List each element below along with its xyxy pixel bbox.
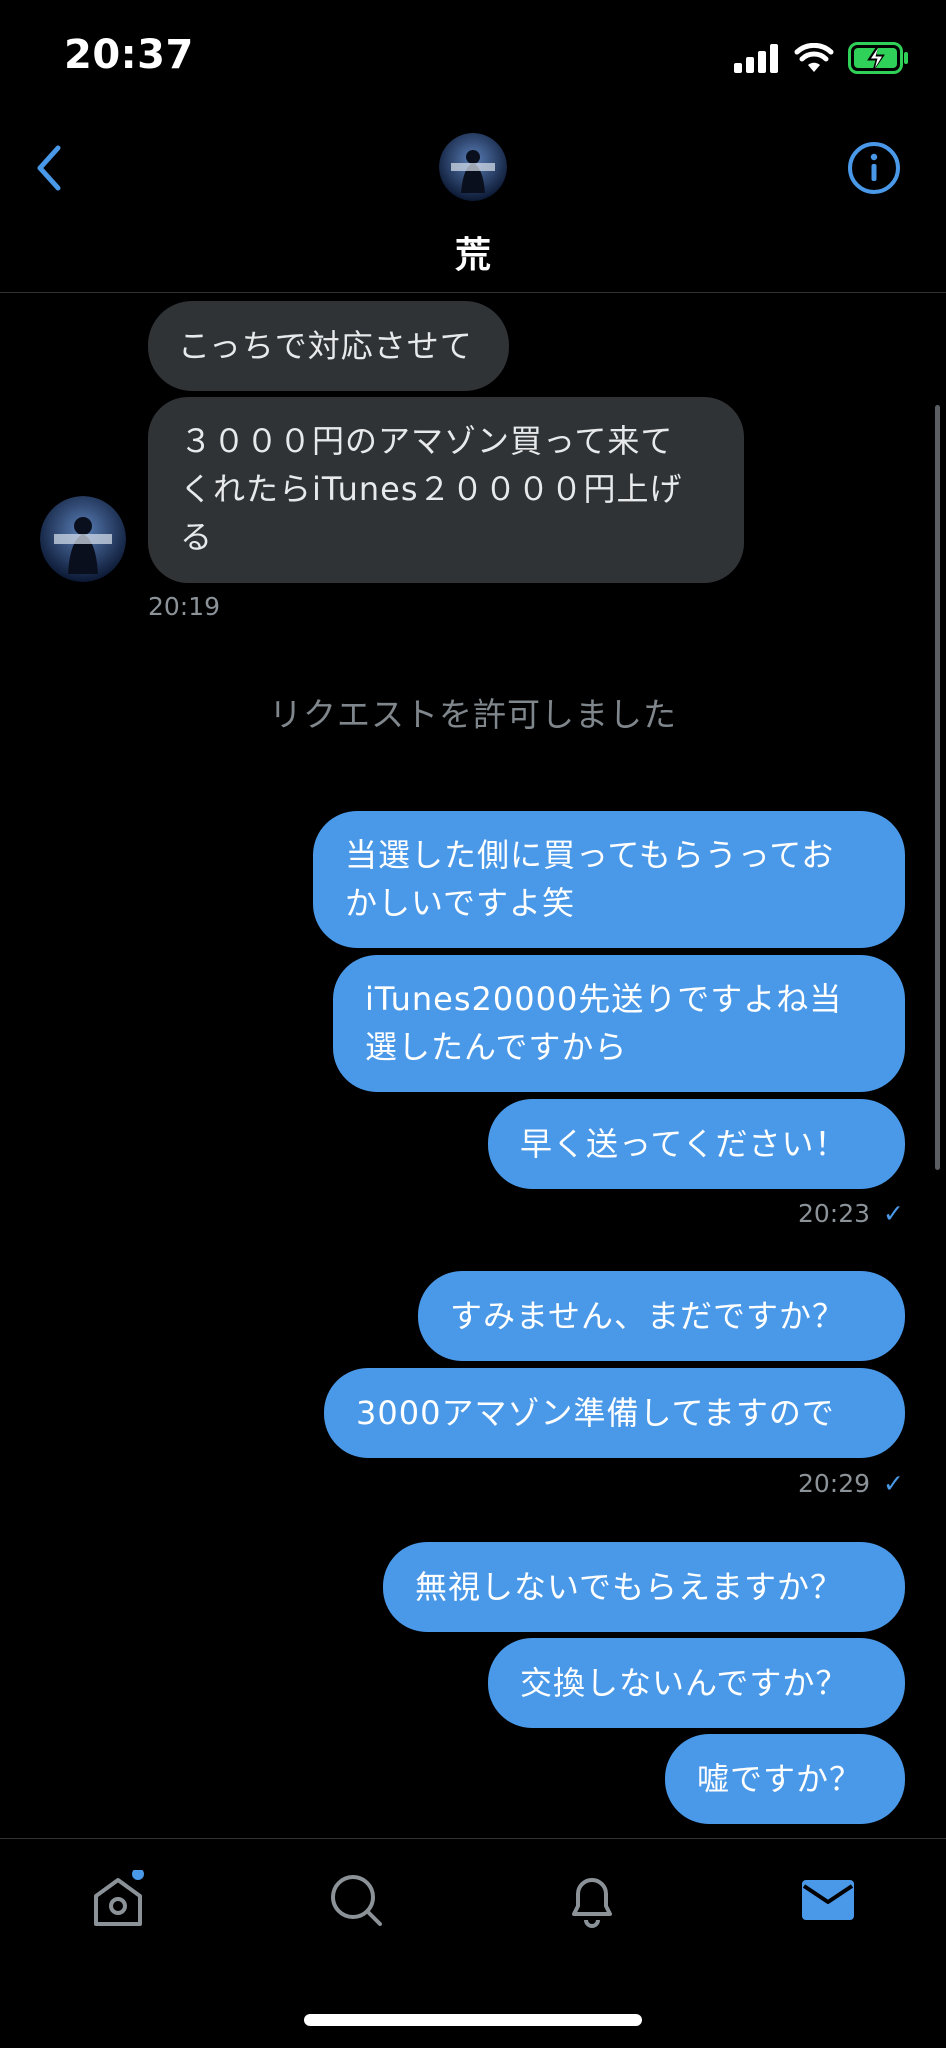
sent-message[interactable]: 3000アマゾン準備してますので: [324, 1368, 905, 1458]
tabbar-divider: [0, 1838, 946, 1839]
message-timestamp: 20:29: [797, 1469, 870, 1498]
back-chevron-icon[interactable]: [28, 138, 72, 198]
status-time: 20:37: [64, 32, 194, 78]
home-indicator: [304, 2014, 642, 2026]
sent-message[interactable]: 無視しないでもらえますか？: [383, 1542, 905, 1632]
read-check-icon: ✓: [883, 1469, 904, 1498]
read-check-icon: ✓: [883, 1199, 904, 1228]
status-icons: [734, 42, 910, 74]
wifi-icon: [794, 43, 834, 72]
system-message: リクエストを許可しました: [269, 695, 677, 734]
conversation-avatar[interactable]: [439, 133, 507, 201]
sent-message[interactable]: 嘘ですか？: [665, 1734, 905, 1824]
search-icon[interactable]: [326, 1870, 386, 1930]
sent-message[interactable]: 交換しないんですか？: [488, 1638, 905, 1728]
message-timestamp: 20:23: [797, 1199, 870, 1228]
info-icon[interactable]: [846, 140, 902, 196]
battery-charging-icon: [848, 42, 908, 74]
conversation-title[interactable]: 荒: [0, 226, 946, 278]
sender-avatar[interactable]: [40, 496, 126, 582]
sent-message[interactable]: 早く送ってください！: [488, 1099, 905, 1189]
message-timestamp: 20:19: [148, 592, 221, 621]
received-message[interactable]: ３０００円のアマゾン買って来て くれたらiTunes２００００円上げ る: [148, 397, 744, 583]
bell-icon[interactable]: [562, 1870, 622, 1930]
header-divider: [0, 292, 946, 293]
sent-message[interactable]: 当選した側に買ってもらうってお かしいですよ笑: [313, 811, 905, 948]
home-icon[interactable]: [88, 1870, 148, 1930]
sent-message[interactable]: iTunes20000先送りですよね当 選したんですから: [333, 955, 905, 1092]
signal-icon: [734, 44, 778, 73]
sent-message[interactable]: すみません、まだですか？: [418, 1271, 905, 1361]
mail-icon[interactable]: [798, 1870, 858, 1930]
scrollbar[interactable]: [935, 405, 940, 1170]
received-message[interactable]: こっちで対応させて: [148, 301, 509, 391]
